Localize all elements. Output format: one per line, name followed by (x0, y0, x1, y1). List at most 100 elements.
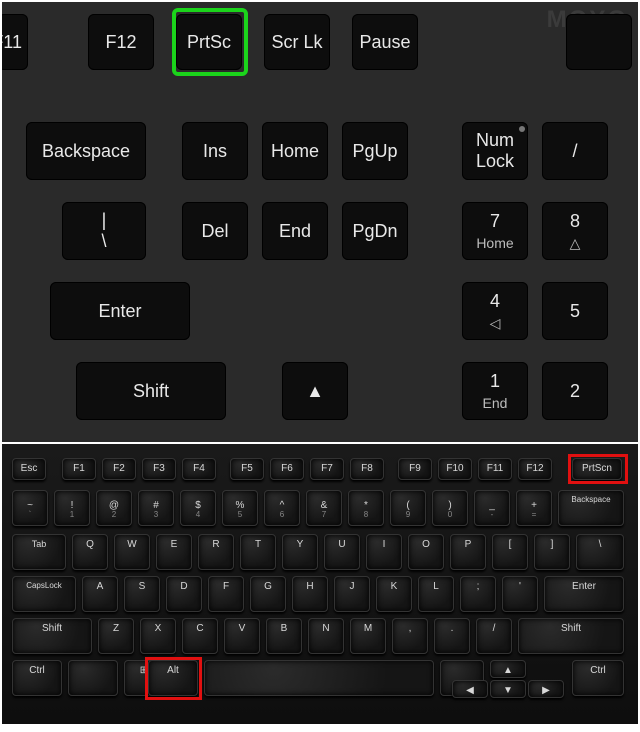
bkey-rshift[interactable]: Shift (518, 618, 624, 654)
bkey-f10[interactable]: F10 (438, 458, 472, 480)
bkey-semicolon[interactable]: ; (460, 576, 496, 612)
bkey-m[interactable]: M (350, 618, 386, 654)
key-enter[interactable]: Enter (50, 282, 190, 340)
key-num8[interactable]: 8 △ (542, 202, 608, 260)
bkey-lctrl[interactable]: Ctrl (12, 660, 62, 696)
bkey-rbracket[interactable]: ] (534, 534, 570, 570)
bkey-comma[interactable]: , (392, 618, 428, 654)
bkey-p[interactable]: P (450, 534, 486, 570)
key-num7[interactable]: 7 Home (462, 202, 528, 260)
bkey-up[interactable]: ▲ (490, 660, 526, 678)
bkey-s[interactable]: S (124, 576, 160, 612)
bkey-z[interactable]: Z (98, 618, 134, 654)
bkey-n[interactable]: N (308, 618, 344, 654)
bkey-u[interactable]: U (324, 534, 360, 570)
bkey-j[interactable]: J (334, 576, 370, 612)
bkey-f9[interactable]: F9 (398, 458, 432, 480)
key-num5[interactable]: 5 (542, 282, 608, 340)
bkey-f7[interactable]: F7 (310, 458, 344, 480)
key-num1[interactable]: 1 End (462, 362, 528, 420)
key-blank-top[interactable] (566, 14, 632, 70)
bkey-down[interactable]: ▼ (490, 680, 526, 698)
key-backslash[interactable]: | \ (62, 202, 146, 260)
bkey-left[interactable]: ◀ (452, 680, 488, 698)
bkey-right[interactable]: ▶ (528, 680, 564, 698)
bkey-v[interactable]: V (224, 618, 260, 654)
bkey-f8[interactable]: F8 (350, 458, 384, 480)
bkey-3[interactable]: #3 (138, 490, 174, 526)
key-numlock[interactable]: Num Lock (462, 122, 528, 180)
bkey-r[interactable]: R (198, 534, 234, 570)
bkey-0[interactable]: )0 (432, 490, 468, 526)
key-end[interactable]: End (262, 202, 328, 260)
key-f11[interactable]: F11 (2, 14, 28, 70)
bkey-x[interactable]: X (140, 618, 176, 654)
bkey-f4[interactable]: F4 (182, 458, 216, 480)
bkey-c[interactable]: C (182, 618, 218, 654)
bkey-t[interactable]: T (240, 534, 276, 570)
bkey-8[interactable]: *8 (348, 490, 384, 526)
key-prtsc[interactable]: PrtSc (176, 14, 242, 70)
bkey-k[interactable]: K (376, 576, 412, 612)
key-del[interactable]: Del (182, 202, 248, 260)
bkey-6[interactable]: ^6 (264, 490, 300, 526)
bkey-lshift[interactable]: Shift (12, 618, 92, 654)
key-home[interactable]: Home (262, 122, 328, 180)
bkey-f11[interactable]: F11 (478, 458, 512, 480)
bkey-b[interactable]: B (266, 618, 302, 654)
bkey-f12[interactable]: F12 (518, 458, 552, 480)
bkey-2[interactable]: @2 (96, 490, 132, 526)
bkey-i[interactable]: I (366, 534, 402, 570)
bkey-f2[interactable]: F2 (102, 458, 136, 480)
bkey-f[interactable]: F (208, 576, 244, 612)
bkey-rctrl[interactable]: Ctrl (572, 660, 624, 696)
bkey-equals[interactable]: += (516, 490, 552, 526)
bkey-bslash[interactable]: \ (576, 534, 624, 570)
bkey-f1[interactable]: F1 (62, 458, 96, 480)
bkey-tilde[interactable]: ~` (12, 490, 48, 526)
bkey-alt[interactable]: Alt (148, 660, 198, 696)
key-num-slash[interactable]: / (542, 122, 608, 180)
bkey-y[interactable]: Y (282, 534, 318, 570)
bkey-g[interactable]: G (250, 576, 286, 612)
key-pgup[interactable]: PgUp (342, 122, 408, 180)
key-pgdn[interactable]: PgDn (342, 202, 408, 260)
bkey-backspace[interactable]: Backspace (558, 490, 624, 526)
bkey-f3[interactable]: F3 (142, 458, 176, 480)
bkey-space[interactable] (204, 660, 434, 696)
bkey-e[interactable]: E (156, 534, 192, 570)
bkey-a[interactable]: A (82, 576, 118, 612)
key-num2[interactable]: 2 (542, 362, 608, 420)
bkey-h[interactable]: H (292, 576, 328, 612)
bkey-lbracket[interactable]: [ (492, 534, 528, 570)
key-num4[interactable]: 4 ◁ (462, 282, 528, 340)
bkey-q[interactable]: Q (72, 534, 108, 570)
bkey-enter[interactable]: Enter (544, 576, 624, 612)
bkey-period[interactable]: . (434, 618, 470, 654)
bkey-prtscn[interactable]: PrtScn (572, 458, 622, 480)
key-ins[interactable]: Ins (182, 122, 248, 180)
bkey-4[interactable]: $4 (180, 490, 216, 526)
bkey-9[interactable]: (9 (390, 490, 426, 526)
key-shift[interactable]: Shift (76, 362, 226, 420)
bkey-o[interactable]: O (408, 534, 444, 570)
key-up-arrow[interactable]: ▲ (282, 362, 348, 420)
bkey-minus[interactable]: _- (474, 490, 510, 526)
bkey-fslash[interactable]: / (476, 618, 512, 654)
bkey-tab[interactable]: Tab (12, 534, 66, 570)
bkey-f6[interactable]: F6 (270, 458, 304, 480)
key-scrlk[interactable]: Scr Lk (264, 14, 330, 70)
bkey-l[interactable]: L (418, 576, 454, 612)
key-f12[interactable]: F12 (88, 14, 154, 70)
bkey-5[interactable]: %5 (222, 490, 258, 526)
bkey-7[interactable]: &7 (306, 490, 342, 526)
bkey-fn[interactable] (68, 660, 118, 696)
key-backspace[interactable]: Backspace (26, 122, 146, 180)
bkey-d[interactable]: D (166, 576, 202, 612)
bkey-capslock[interactable]: CapsLock (12, 576, 76, 612)
bkey-quote[interactable]: ' (502, 576, 538, 612)
bkey-esc[interactable]: Esc (12, 458, 46, 480)
bkey-1[interactable]: !1 (54, 490, 90, 526)
bkey-f5[interactable]: F5 (230, 458, 264, 480)
bkey-w[interactable]: W (114, 534, 150, 570)
